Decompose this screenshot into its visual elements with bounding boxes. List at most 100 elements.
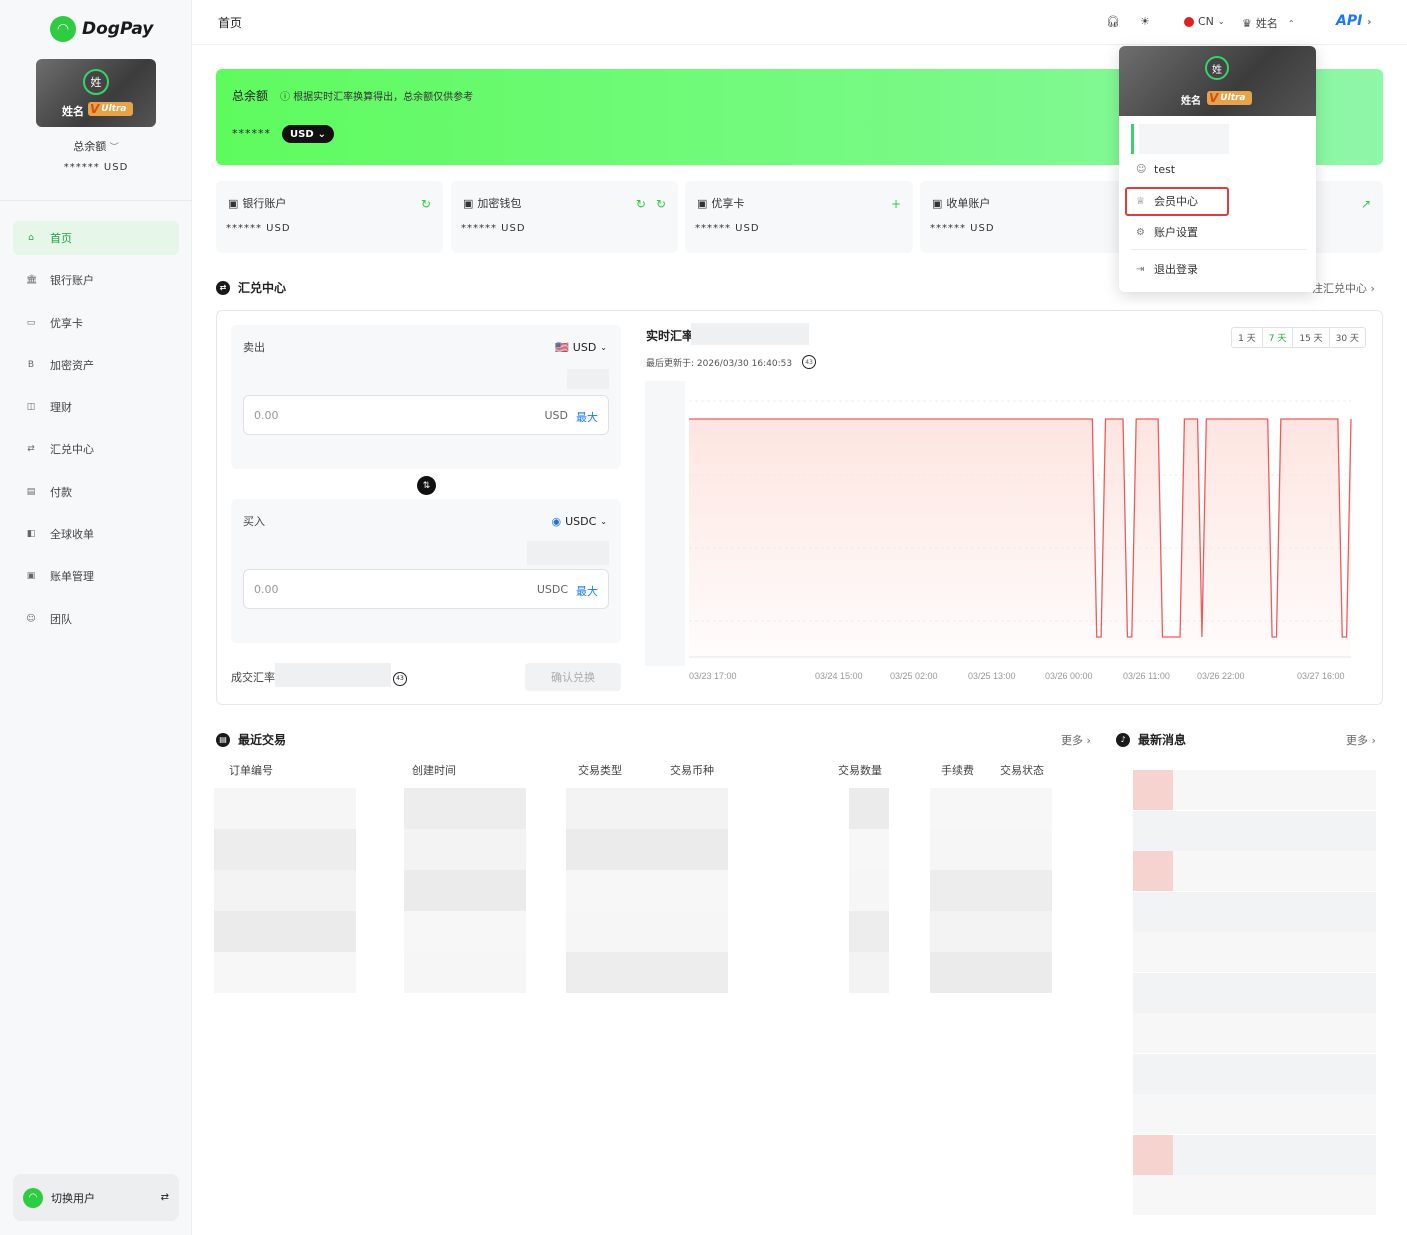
action-icon[interactable]: + bbox=[891, 197, 901, 211]
eye-closed-icon[interactable]: ︶ bbox=[110, 143, 119, 153]
table-row bbox=[404, 870, 526, 911]
x-tick-label: 03/26 00:00 bbox=[1045, 671, 1093, 681]
table-row bbox=[849, 952, 889, 993]
sidebar-item-9[interactable]: ☺ 团队 bbox=[13, 602, 179, 636]
x-tick-label: 03/24 15:00 bbox=[815, 671, 863, 681]
divider bbox=[0, 200, 192, 201]
gear-icon: ⚙ bbox=[1136, 226, 1145, 238]
sidebar-item-0[interactable]: ⌂ 首页 bbox=[13, 221, 179, 255]
flag-icon bbox=[1184, 16, 1194, 27]
sidebar-item-6[interactable]: ▤ 付款 bbox=[13, 475, 179, 509]
confirm-exchange-button[interactable]: 确认兑换 bbox=[525, 663, 621, 691]
table-row bbox=[214, 788, 356, 829]
bill-icon: ▣ bbox=[26, 571, 36, 582]
realtime-rate-title: 实时汇率 bbox=[646, 329, 695, 343]
range-selector: 1 天7 天 15 天 30 天 bbox=[1231, 327, 1366, 348]
sell-currency-selector[interactable]: 🇺🇸 USD ⌄ bbox=[555, 341, 607, 354]
dropdown-username: ☺ test bbox=[1136, 163, 1176, 176]
sidebar-item-label: 加密资产 bbox=[50, 358, 94, 372]
chevron-down-icon: ⌄ bbox=[1217, 17, 1225, 26]
swap-arrows-icon: ⇄ bbox=[160, 1192, 169, 1203]
column-header: 订单编号 bbox=[229, 764, 273, 777]
language-selector[interactable]: CN ⌄ bbox=[1184, 15, 1225, 28]
range-option-0[interactable]: 1 天 bbox=[1232, 328, 1263, 347]
dropdown-item-1[interactable]: ⚙ 账户设置 bbox=[1136, 224, 1198, 240]
range-option-3[interactable]: 30 天 bbox=[1330, 328, 1365, 347]
sidebar-item-4[interactable]: ◫ 理财 bbox=[13, 390, 179, 424]
range-option-1[interactable]: 7 天 bbox=[1263, 328, 1294, 347]
action-icon[interactable]: ↻ bbox=[636, 197, 646, 211]
account-card-0[interactable]: ▣ 银行账户 ****** USD ↻ bbox=[216, 181, 443, 253]
action-icon[interactable]: ↗ bbox=[1361, 197, 1371, 211]
logo-icon: ◠ bbox=[23, 1187, 43, 1208]
transactions-more-link[interactable]: 更多 › bbox=[1061, 732, 1091, 748]
list-item bbox=[1133, 1013, 1376, 1053]
dropdown-profile-card: 姓 姓名 V Ultra bbox=[1119, 46, 1316, 116]
logo[interactable]: ◠ DogPay bbox=[50, 16, 153, 42]
logout-icon: ⇥ bbox=[1136, 263, 1145, 275]
wealth-icon: ◫ bbox=[26, 402, 36, 413]
last-updated: 最后更新于: 2026/03/30 16:40:53 43 bbox=[646, 355, 817, 369]
sidebar-item-label: 付款 bbox=[50, 485, 72, 499]
news-more-link[interactable]: 更多 › bbox=[1346, 732, 1376, 748]
table-row bbox=[566, 952, 728, 993]
switch-user-button[interactable]: ◠ 切换用户 ⇄ bbox=[13, 1174, 179, 1221]
action-icon[interactable]: ↻ bbox=[656, 197, 666, 211]
user-icon: ☺ bbox=[1136, 164, 1147, 175]
logo-icon: ◠ bbox=[50, 16, 76, 42]
x-tick-label: 03/25 02:00 bbox=[890, 671, 938, 681]
table-row bbox=[930, 788, 1052, 829]
avatar: 姓 bbox=[1205, 56, 1229, 80]
buy-amount-input[interactable]: 0.00 USDC 最大 bbox=[243, 569, 609, 609]
table-row bbox=[404, 952, 526, 993]
api-link[interactable]: API › bbox=[1336, 13, 1371, 29]
sidebar-item-8[interactable]: ▣ 账单管理 bbox=[13, 559, 179, 593]
timer-icon: 43 bbox=[802, 355, 817, 369]
account-card-1[interactable]: ▣ 加密钱包 ****** USD ↻ ↻ bbox=[451, 181, 678, 253]
column-header: 交易数量 bbox=[838, 764, 882, 777]
tier-badge: V Ultra bbox=[88, 102, 133, 116]
sell-max-button[interactable]: 最大 bbox=[576, 409, 598, 425]
swap-direction-button[interactable]: ⇅ bbox=[417, 476, 436, 495]
table-row bbox=[566, 788, 728, 829]
buy-panel: 买入 ◉ USDC ⌄ 0.00 USDC 最大 bbox=[231, 499, 621, 643]
usdc-icon: ◉ bbox=[551, 515, 562, 528]
sell-amount-input[interactable]: 0.00 USD 最大 bbox=[243, 395, 609, 435]
sidebar-item-2[interactable]: ▭ 优享卡 bbox=[13, 306, 179, 340]
bitcoin-icon: B bbox=[27, 359, 35, 370]
sidebar-item-1[interactable]: 🏛 银行账户 bbox=[13, 263, 179, 297]
account-card-2[interactable]: ▣ 优享卡 ****** USD + bbox=[685, 181, 913, 253]
fx-more-link[interactable]: 注汇兑中心 › bbox=[1312, 280, 1375, 296]
action-icon[interactable]: ↻ bbox=[421, 197, 431, 211]
chevron-down-icon: ⌄ bbox=[600, 517, 607, 526]
sidebar-item-3[interactable]: B 加密资产 bbox=[13, 348, 179, 382]
range-option-2[interactable]: 15 天 bbox=[1293, 328, 1330, 347]
us-flag-icon: 🇺🇸 bbox=[555, 341, 569, 354]
sidebar-item-label: 优享卡 bbox=[50, 316, 83, 330]
x-tick-label: 03/23 17:00 bbox=[689, 671, 737, 681]
table-row bbox=[214, 952, 356, 993]
buy-currency-selector[interactable]: ◉ USDC ⌄ bbox=[552, 515, 608, 528]
sidebar-item-label: 团队 bbox=[50, 612, 72, 626]
x-tick-label: 03/27 16:00 bbox=[1297, 671, 1345, 681]
sun-icon[interactable]: ☀ bbox=[1140, 15, 1150, 28]
page-title: 首页 bbox=[218, 16, 243, 30]
table-row bbox=[566, 870, 728, 911]
buy-max-button[interactable]: 最大 bbox=[576, 583, 598, 599]
card-icon: ▭ bbox=[26, 317, 36, 328]
dropdown-item-2[interactable]: ⇥ 退出登录 bbox=[1136, 261, 1198, 277]
deal-rate: 成交汇率 bbox=[231, 671, 275, 684]
currency-selector[interactable]: USD ⌄ bbox=[282, 125, 335, 143]
profile-card[interactable]: 姓 姓名 V Ultra bbox=[36, 59, 156, 127]
headset-icon[interactable]: 🎧︎ bbox=[1106, 15, 1120, 28]
user-menu[interactable]: ♛ 姓名 ⌃ bbox=[1242, 15, 1295, 31]
list-item bbox=[1133, 1175, 1376, 1215]
transactions-icon: ▤ bbox=[216, 732, 230, 747]
table-row bbox=[849, 829, 889, 870]
sidebar-item-7[interactable]: ◧ 全球收单 bbox=[13, 517, 179, 551]
dropdown-item-0[interactable]: ♕ 会员中心 bbox=[1136, 193, 1198, 209]
user-dropdown-menu: 姓 姓名 V Ultra ☺ test ♕ 会员中心 ⚙ 账户设置 ⇥ 退出登录 bbox=[1119, 46, 1316, 292]
bank-icon: 🏛 bbox=[26, 275, 38, 286]
sidebar-item-5[interactable]: ⇄ 汇兑中心 bbox=[13, 432, 179, 466]
tier-badge: V Ultra bbox=[1207, 91, 1252, 105]
